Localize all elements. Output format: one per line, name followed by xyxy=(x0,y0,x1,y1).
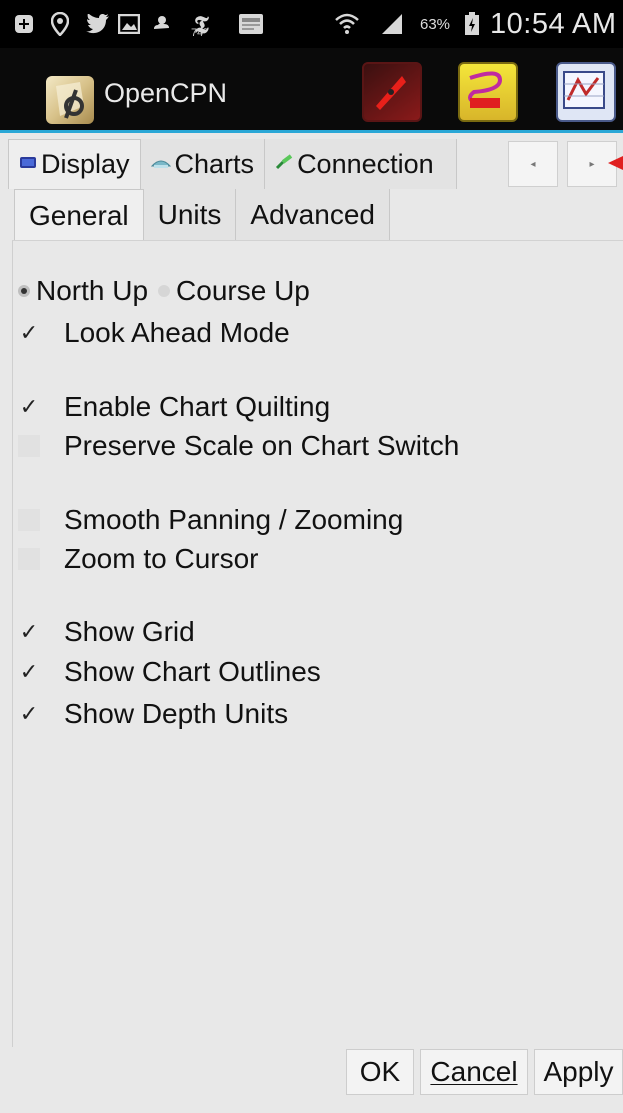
preserve-scale-label: Preserve Scale on Chart Switch xyxy=(64,430,460,461)
monitor-icon xyxy=(19,154,37,175)
connection-icon xyxy=(275,153,293,175)
chart-quilting-checkbox[interactable]: ✓ xyxy=(18,394,40,419)
chart-quilting-option[interactable]: ✓ Enable Chart Quilting xyxy=(18,389,330,425)
track-icon[interactable] xyxy=(458,62,518,122)
orientation-radio-group: North Up Course Up xyxy=(16,273,310,309)
smooth-panning-checkbox[interactable] xyxy=(18,509,40,531)
course-up-radio[interactable] xyxy=(158,285,171,297)
ok-button[interactable]: OK xyxy=(346,1049,414,1095)
status-time: 10:54 AM xyxy=(490,8,617,40)
show-chart-outlines-option[interactable]: ✓ Show Chart Outlines xyxy=(18,654,321,690)
nyt-icon: 𝕿 xyxy=(194,9,209,39)
show-grid-label: Show Grid xyxy=(64,616,195,647)
chart-icon xyxy=(150,154,171,175)
zoom-to-cursor-checkbox[interactable] xyxy=(18,548,40,570)
tab-charts[interactable]: Charts xyxy=(140,139,266,189)
show-grid-option[interactable]: ✓ Show Grid xyxy=(18,614,195,650)
twitter-icon xyxy=(86,12,110,36)
subtab-units[interactable]: Units xyxy=(143,189,237,241)
look-ahead-checkbox[interactable]: ✓ xyxy=(18,320,40,345)
main-tabs: Display Charts Connection xyxy=(8,139,458,189)
show-chart-outlines-label: Show Chart Outlines xyxy=(64,656,321,687)
location-icon xyxy=(51,12,69,36)
course-up-label[interactable]: Course Up xyxy=(176,275,310,307)
apply-button[interactable]: Apply xyxy=(534,1049,623,1095)
battery-icon xyxy=(464,12,480,36)
show-chart-outlines-checkbox[interactable]: ✓ xyxy=(18,659,40,684)
cancel-button[interactable]: Cancel xyxy=(420,1049,528,1095)
show-depth-units-option[interactable]: ✓ Show Depth Units xyxy=(18,696,288,732)
show-grid-checkbox[interactable]: ✓ xyxy=(18,619,40,644)
app-title: OpenCPN xyxy=(104,78,228,108)
opencpn-logo-icon[interactable] xyxy=(46,76,94,124)
sub-tabs: General Units Advanced xyxy=(14,189,390,241)
smooth-panning-option[interactable]: Smooth Panning / Zooming xyxy=(18,502,403,538)
plus-icon xyxy=(14,12,34,36)
preserve-scale-option[interactable]: Preserve Scale on Chart Switch xyxy=(18,428,459,464)
subtab-general[interactable]: General xyxy=(14,189,144,241)
options-dialog: Display Charts Connection ◂ ▸ General Un… xyxy=(0,130,623,1113)
dialog-button-bar: OK Cancel Apply xyxy=(0,1047,623,1113)
show-depth-units-label: Show Depth Units xyxy=(64,698,289,729)
tab-display-label: Display xyxy=(41,149,130,179)
weather-icon xyxy=(150,12,174,36)
zoom-to-cursor-option[interactable]: Zoom to Cursor xyxy=(18,541,259,577)
red-arrow-icon xyxy=(608,156,623,170)
look-ahead-label: Look Ahead Mode xyxy=(64,317,290,348)
graph-icon[interactable] xyxy=(556,62,616,122)
preserve-scale-checkbox[interactable] xyxy=(18,435,40,457)
zoom-to-cursor-label: Zoom to Cursor xyxy=(64,543,259,574)
subtab-advanced[interactable]: Advanced xyxy=(236,189,390,241)
look-ahead-option[interactable]: ✓ Look Ahead Mode xyxy=(18,315,290,351)
route-icon[interactable] xyxy=(362,62,422,122)
show-depth-units-checkbox[interactable]: ✓ xyxy=(18,701,40,726)
tab-connection-label: Connection xyxy=(297,148,434,179)
north-up-label[interactable]: North Up xyxy=(36,275,148,307)
tab-scroll-left-button[interactable]: ◂ xyxy=(508,141,558,187)
status-bar: 74° 𝕿 63% 10:54 AM xyxy=(0,0,623,48)
chart-quilting-label: Enable Chart Quilting xyxy=(64,391,331,422)
cancel-button-label: Cancel xyxy=(430,1056,518,1087)
signal-icon xyxy=(380,12,404,36)
tab-connection[interactable]: Connection xyxy=(265,139,458,189)
tab-charts-label: Charts xyxy=(174,148,255,179)
tab-display[interactable]: Display xyxy=(8,139,141,189)
news-icon xyxy=(238,12,264,36)
image-icon xyxy=(118,12,140,36)
smooth-panning-label: Smooth Panning / Zooming xyxy=(64,504,404,535)
north-up-radio[interactable] xyxy=(18,285,30,297)
wifi-icon xyxy=(335,12,359,36)
battery-level: 63% xyxy=(420,16,451,33)
